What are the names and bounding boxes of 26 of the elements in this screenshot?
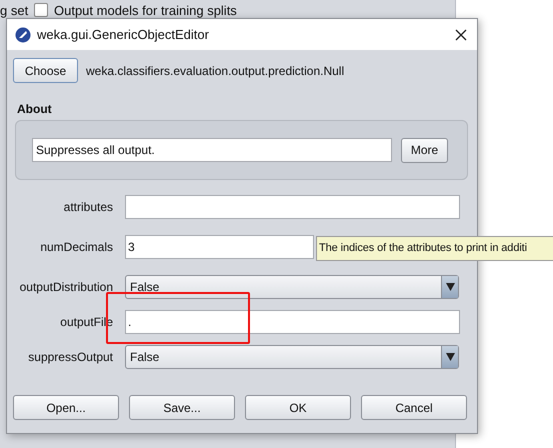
description-field[interactable]: Suppresses all output. — [32, 138, 392, 162]
property-label: suppressOutput — [27, 350, 113, 364]
partial-label: g set — [0, 2, 30, 18]
choose-button[interactable]: Choose — [13, 58, 78, 83]
about-heading: About — [17, 102, 53, 117]
dialog-button[interactable]: Open... — [13, 395, 119, 420]
text-field[interactable] — [125, 195, 460, 219]
class-name: weka.classifiers.evaluation.output.prediction.Null — [86, 64, 344, 78]
close-icon[interactable] — [455, 28, 467, 40]
checkbox[interactable] — [34, 3, 48, 17]
text-field[interactable]: . — [125, 310, 460, 334]
dialog-button[interactable]: OK — [245, 395, 351, 420]
dropdown[interactable]: False — [125, 345, 459, 369]
dialog-button[interactable]: Save... — [129, 395, 235, 420]
property-label: attributes — [62, 200, 113, 214]
dropdown[interactable]: False — [125, 275, 459, 299]
tooltip: The indices of the attributes to print in additi — [316, 236, 553, 261]
checkbox-label: Output models for training splits — [54, 2, 237, 18]
dropdown-arrow-icon — [446, 283, 454, 291]
property-label: outputDistribution — [18, 280, 113, 294]
window-title: weka.gui.GenericObjectEditor — [37, 27, 210, 42]
more-button[interactable]: More — [401, 138, 448, 162]
text-field[interactable]: 3 — [125, 235, 314, 259]
dropdown-arrow-icon — [446, 353, 454, 361]
property-label: numDecimals — [39, 240, 113, 254]
dialog-button[interactable]: Cancel — [361, 395, 467, 420]
